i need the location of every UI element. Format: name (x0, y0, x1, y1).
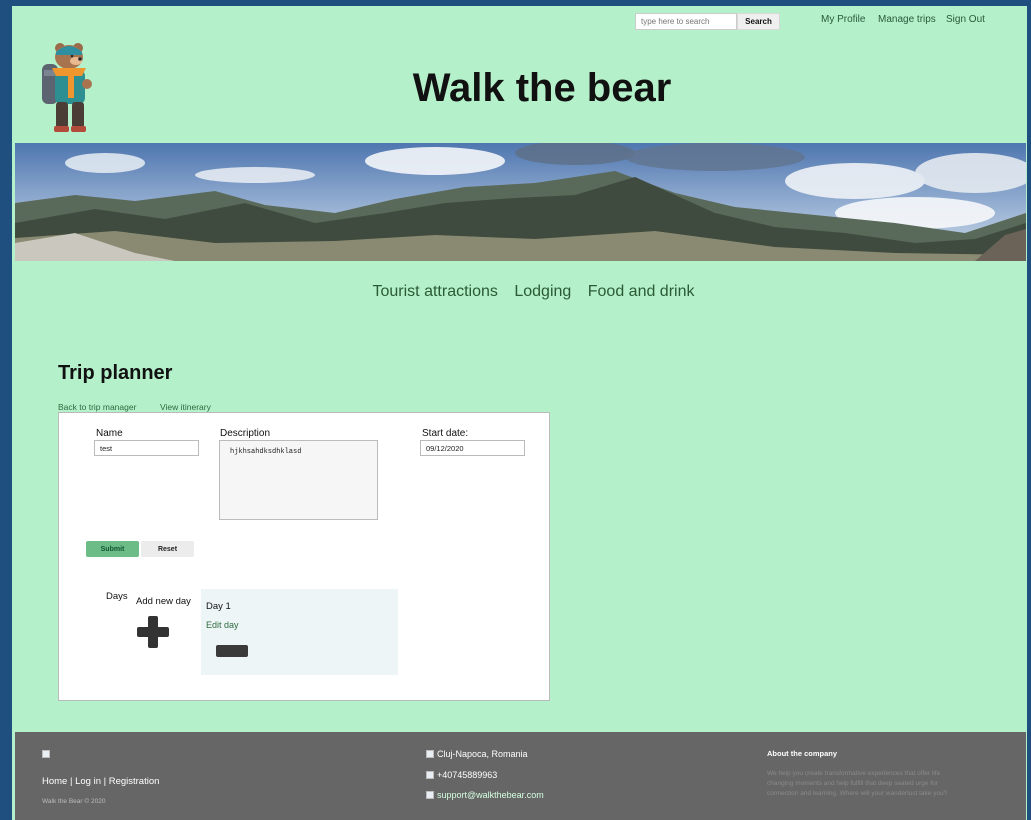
view-itinerary-link[interactable]: View itinerary (160, 402, 211, 412)
add-day-plus-icon[interactable] (137, 616, 169, 648)
footer-location: Cluj-Napoca, Romania (426, 749, 528, 759)
day-title: Day 1 (206, 601, 231, 612)
about-title: About the company (767, 749, 838, 758)
phone-icon (426, 771, 434, 779)
page: Search My Profile Manage trips Sign Out … (12, 6, 1027, 820)
footer-email[interactable]: support@walkthebear.com (426, 790, 544, 800)
footer-phone-text: +40745889963 (437, 770, 498, 780)
add-new-day-label: Add new day (136, 596, 191, 607)
about-text: We help you create transformative experi… (767, 770, 948, 797)
start-date-label: Start date: (422, 428, 469, 439)
mountain-banner-image (15, 143, 1026, 261)
name-field[interactable] (94, 440, 199, 456)
email-icon (426, 791, 434, 799)
reset-button[interactable]: Reset (141, 541, 194, 557)
day-card: Day 1 Edit day (201, 589, 398, 675)
sign-out-link[interactable]: Sign Out (946, 14, 985, 25)
footer-copyright: Walk the Bear © 2020 (42, 798, 106, 805)
footer-nav-links[interactable]: Home | Log in | Registration (42, 776, 159, 787)
search-input[interactable] (635, 13, 737, 30)
back-to-trip-manager-link[interactable]: Back to trip manager (58, 402, 136, 412)
footer-location-text: Cluj-Napoca, Romania (437, 749, 528, 759)
description-label: Description (220, 428, 271, 439)
days-label: Days (106, 591, 128, 602)
footer-logo-image-icon (42, 750, 50, 758)
nav-lodging[interactable]: Lodging (514, 283, 571, 300)
search-button[interactable]: Search (737, 13, 780, 30)
manage-trips-link[interactable]: Manage trips (878, 14, 936, 25)
start-date-field[interactable] (420, 440, 525, 456)
nav-tourist-attractions[interactable]: Tourist attractions (373, 283, 498, 300)
location-icon (426, 750, 434, 758)
submit-button[interactable]: Submit (86, 541, 139, 557)
footer-phone: +40745889963 (426, 770, 497, 780)
footer-email-text[interactable]: support@walkthebear.com (437, 790, 544, 800)
footer: Home | Log in | Registration Walk the Be… (15, 732, 1026, 820)
page-title: Trip planner (58, 362, 173, 384)
site-title: Walk the bear (412, 66, 672, 110)
description-field[interactable]: hjkhsahdksdhklasd (219, 440, 378, 520)
name-label: Name (96, 428, 123, 439)
remove-day-minus-icon[interactable] (216, 645, 248, 657)
nav-food-and-drink[interactable]: Food and drink (588, 283, 695, 300)
edit-day-link[interactable]: Edit day (206, 620, 239, 630)
my-profile-link[interactable]: My Profile (821, 14, 865, 25)
main-nav: Tourist attractions Lodging Food and dri… (12, 283, 1031, 301)
trip-planner-form: Name Description hjkhsahdksdhklasd Start… (58, 412, 550, 701)
